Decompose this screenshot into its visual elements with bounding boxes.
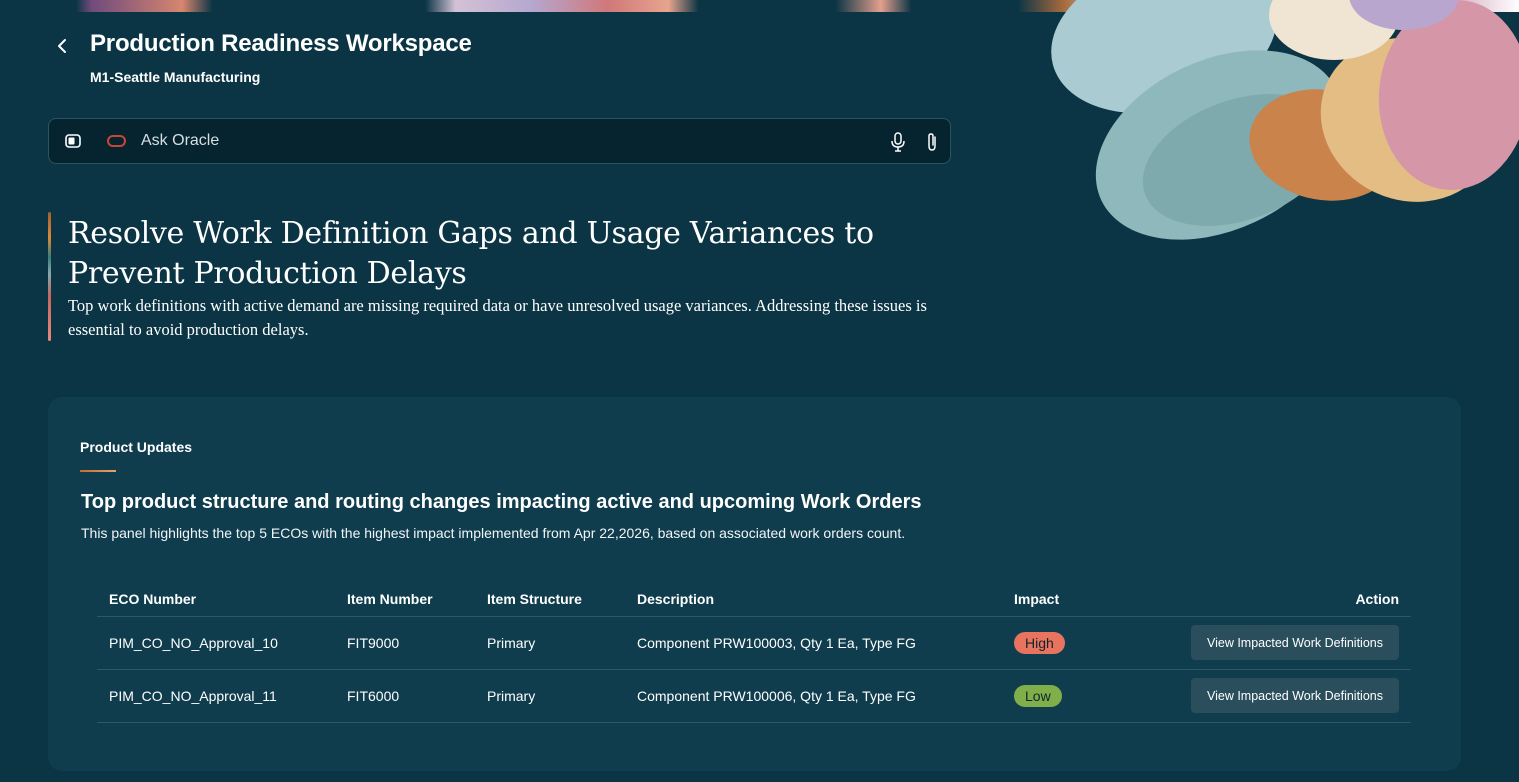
item-number-cell: FIT6000	[335, 669, 475, 723]
eco-number-cell: PIM_CO_NO_Approval_10	[97, 616, 335, 670]
product-updates-card: Product Updates Top product structure an…	[48, 397, 1461, 771]
impact-badge: Low	[1014, 684, 1062, 707]
card-description: This panel highlights the top 5 ECOs wit…	[81, 525, 906, 541]
column-header-impact: Impact	[1002, 585, 1152, 617]
decorative-illustration	[1019, 0, 1519, 260]
description-cell: Component PRW100003, Qty 1 Ea, Type FG	[625, 616, 1002, 670]
ask-oracle-bar	[48, 118, 951, 164]
back-button[interactable]	[54, 34, 70, 58]
item-structure-cell: Primary	[475, 616, 625, 670]
impact-cell: Low	[1002, 669, 1152, 723]
action-cell: View Impacted Work Definitions	[1152, 669, 1411, 723]
oracle-logo-icon	[107, 135, 126, 147]
page-subtitle: M1-Seattle Manufacturing	[90, 69, 261, 85]
card-title: Top product structure and routing change…	[81, 491, 922, 513]
description-cell: Component PRW100006, Qty 1 Ea, Type FG	[625, 669, 1002, 723]
eco-table: ECO Number Item Number Item Structure De…	[97, 585, 1411, 723]
impact-cell: High	[1002, 616, 1152, 670]
column-header-action: Action	[1152, 585, 1411, 617]
column-header-item-number: Item Number	[335, 585, 475, 617]
table-row: PIM_CO_NO_Approval_10 FIT9000 Primary Co…	[97, 616, 1411, 670]
page-title: Production Readiness Workspace	[90, 30, 472, 57]
action-cell: View Impacted Work Definitions	[1152, 616, 1411, 670]
headline-accent-bar	[48, 212, 51, 341]
attachment-icon[interactable]	[925, 132, 939, 157]
headline-description: Top work definitions with active demand …	[68, 296, 927, 339]
side-panel-icon[interactable]	[65, 134, 81, 153]
table-row: PIM_CO_NO_Approval_11 FIT6000 Primary Co…	[97, 669, 1411, 723]
view-impacted-work-definitions-button[interactable]: View Impacted Work Definitions	[1190, 625, 1399, 660]
view-impacted-work-definitions-button[interactable]: View Impacted Work Definitions	[1190, 678, 1399, 713]
column-header-item-structure: Item Structure	[475, 585, 625, 617]
column-header-description: Description	[625, 585, 1002, 617]
headline-title: Resolve Work Definition Gaps and Usage V…	[68, 216, 874, 291]
eyebrow-underline	[80, 470, 116, 472]
table-header-row: ECO Number Item Number Item Structure De…	[97, 585, 1411, 617]
item-structure-cell: Primary	[475, 669, 625, 723]
chevron-left-icon	[58, 39, 66, 53]
card-eyebrow: Product Updates	[80, 439, 193, 455]
eco-number-cell: PIM_CO_NO_Approval_11	[97, 669, 335, 723]
ask-oracle-input[interactable]	[141, 129, 841, 153]
column-header-eco-number: ECO Number	[97, 585, 335, 617]
microphone-icon[interactable]	[890, 132, 906, 157]
impact-badge: High	[1014, 631, 1065, 654]
item-number-cell: FIT9000	[335, 616, 475, 670]
